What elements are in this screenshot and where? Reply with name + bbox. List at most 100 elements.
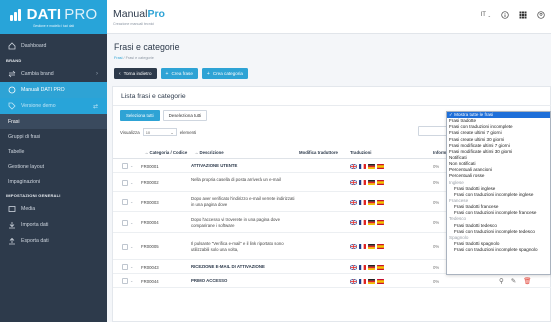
row-description: RICEZIONE E-MAIL DI ATTIVAZIONE — [191, 264, 265, 269]
spain-flag-icon[interactable] — [377, 244, 384, 249]
france-flag-icon[interactable] — [359, 278, 366, 284]
app-title: ManualPro — [113, 8, 165, 20]
sidebar-item-groups[interactable]: Gruppi di frasi — [0, 129, 107, 144]
chevron-down-icon[interactable]: ⌄ — [130, 199, 133, 204]
uk-flag-icon[interactable] — [350, 199, 357, 205]
uk-flag-icon[interactable] — [350, 264, 357, 270]
france-flag-icon[interactable] — [359, 244, 366, 249]
translation-flags — [350, 264, 384, 270]
topbar: ManualPro Creazione manuali tecnici IT ⌄ — [107, 0, 551, 34]
chevron-down-icon[interactable]: ⌄ — [130, 264, 133, 269]
chevron-down-icon[interactable]: ⌄ — [130, 244, 133, 249]
dropdown-option[interactable]: Frasi con traduzioni incomplete tedesco — [447, 229, 550, 235]
chevron-down-icon: ⌄ — [170, 129, 174, 135]
breadcrumb-link-frasi[interactable]: Frasi — [114, 56, 122, 60]
chevron-down-icon[interactable]: ⌄ — [130, 278, 133, 283]
spain-flag-icon[interactable] — [377, 278, 384, 284]
row-checkbox[interactable] — [122, 199, 128, 205]
row-code: FR00044 — [141, 278, 159, 284]
row-checkbox[interactable] — [122, 163, 128, 169]
brand-logo[interactable]: DATI PRO Gestione e modello i tuoi dati — [0, 0, 107, 34]
chevron-left-icon: ‹ — [119, 70, 121, 77]
france-flag-icon[interactable] — [359, 264, 366, 270]
row-code: FR00002 — [141, 180, 159, 185]
france-flag-icon[interactable] — [359, 163, 366, 169]
deselect-all-button[interactable]: Deseleziona tutti — [162, 110, 208, 121]
col-description[interactable]: → Descrizione — [194, 150, 224, 155]
germany-flag-icon[interactable] — [368, 264, 375, 270]
breadcrumb-current: Frasi e categorie — [125, 56, 154, 60]
germany-flag-icon[interactable] — [368, 163, 375, 169]
image-icon — [7, 205, 16, 214]
uk-flag-icon[interactable] — [350, 244, 357, 249]
back-button[interactable]: ‹ Torna indietro — [114, 68, 157, 79]
row-code: FR00004 — [141, 220, 159, 225]
spain-flag-icon[interactable] — [377, 180, 384, 185]
chevron-down-icon: ⌄ — [487, 12, 491, 18]
sidebar-item-export[interactable]: Esporta dati — [0, 233, 107, 249]
edit-icon[interactable]: ✎ — [511, 277, 516, 285]
col-translations: Traduzioni — [350, 150, 372, 155]
sidebar-item-frasi[interactable]: Frasi — [0, 114, 107, 129]
create-phrase-button[interactable]: + Crea frase — [160, 68, 198, 79]
filter-dropdown[interactable]: ✓ Mostra tutte le frasi Frasi tradotte Fra… — [446, 111, 551, 275]
select-all-button[interactable]: Seleziona tutti — [120, 110, 160, 121]
info-icon[interactable] — [501, 11, 509, 19]
uk-flag-icon[interactable] — [350, 163, 357, 169]
row-checkbox[interactable] — [122, 243, 128, 250]
row-checkbox[interactable] — [122, 278, 128, 284]
sidebar-item-pagination[interactable]: Impaginazioni — [0, 174, 107, 189]
chevron-down-icon[interactable]: ⌄ — [130, 220, 133, 225]
uk-flag-icon[interactable] — [350, 220, 357, 225]
row-percentage: 0% — [433, 278, 440, 284]
book-icon — [7, 86, 16, 95]
sidebar-item-tables[interactable]: Tabelle — [0, 144, 107, 159]
sidebar-item-layout[interactable]: Gestione layout — [0, 159, 107, 174]
create-category-button[interactable]: + Crea categoria — [201, 68, 248, 79]
section-general-settings: IMPOSTAZIONI GENERALI — [6, 192, 61, 198]
germany-flag-icon[interactable] — [368, 220, 375, 225]
sidebar-item-manuals[interactable]: Manuali DATI PRO — [0, 82, 107, 98]
spain-flag-icon[interactable] — [377, 199, 384, 205]
col-info: Inform — [433, 150, 447, 155]
germany-flag-icon[interactable] — [368, 244, 375, 249]
delete-icon[interactable]: 🗑 — [523, 277, 531, 285]
germany-flag-icon[interactable] — [368, 180, 375, 185]
germany-flag-icon[interactable] — [368, 199, 375, 205]
uk-flag-icon[interactable] — [350, 180, 357, 185]
col-translator: Modifica traduttore — [299, 150, 338, 155]
sidebar-item-demo-version[interactable]: Versione demo ⇄ — [0, 98, 107, 114]
show-label: Visualizza — [120, 129, 140, 135]
sidebar-item-media[interactable]: Media — [0, 201, 107, 217]
row-checkbox[interactable] — [122, 264, 128, 270]
spain-flag-icon[interactable] — [377, 163, 384, 169]
section-brand: BRAND — [6, 57, 22, 63]
france-flag-icon[interactable] — [359, 199, 366, 205]
france-flag-icon[interactable] — [359, 220, 366, 225]
france-flag-icon[interactable] — [359, 180, 366, 185]
table-row[interactable]: ⌄ FR00044 PRIMO ACCESSO 0% ⚲ ✎ 🗑 — [113, 274, 551, 288]
language-selector[interactable]: IT ⌄ — [481, 12, 491, 18]
spain-flag-icon[interactable] — [377, 220, 384, 225]
translation-flags — [350, 278, 384, 284]
row-description: Il pulsante "Verifica e-mail" e il link … — [191, 240, 284, 252]
card-title: Lista frasi e categorie — [121, 93, 186, 100]
chevron-down-icon[interactable]: ⌄ — [130, 163, 133, 168]
col-category-code[interactable]: → Categoria / Codice — [144, 150, 187, 155]
chevron-down-icon[interactable]: ⌄ — [130, 180, 133, 185]
link-icon[interactable]: ⚲ — [499, 277, 504, 285]
uk-flag-icon[interactable] — [350, 278, 357, 284]
row-checkbox[interactable] — [122, 179, 128, 186]
sidebar-item-change-brand[interactable]: Cambia brand › — [0, 66, 107, 82]
dropdown-option[interactable]: Frasi con traduzioni incomplete spagnolo — [447, 247, 550, 253]
sidebar-item-dashboard[interactable]: Dashboard — [0, 38, 107, 54]
translation-flags — [350, 220, 384, 225]
row-description: Nella propria casella di posta arriverà … — [191, 176, 281, 182]
row-checkbox[interactable] — [122, 219, 128, 226]
page-size-select[interactable]: 10 ⌄ — [142, 128, 177, 136]
spain-flag-icon[interactable] — [377, 264, 384, 270]
user-icon[interactable] — [537, 11, 545, 19]
sidebar-item-import[interactable]: Importa dati — [0, 217, 107, 233]
grid-icon[interactable] — [519, 11, 527, 19]
germany-flag-icon[interactable] — [368, 278, 375, 284]
